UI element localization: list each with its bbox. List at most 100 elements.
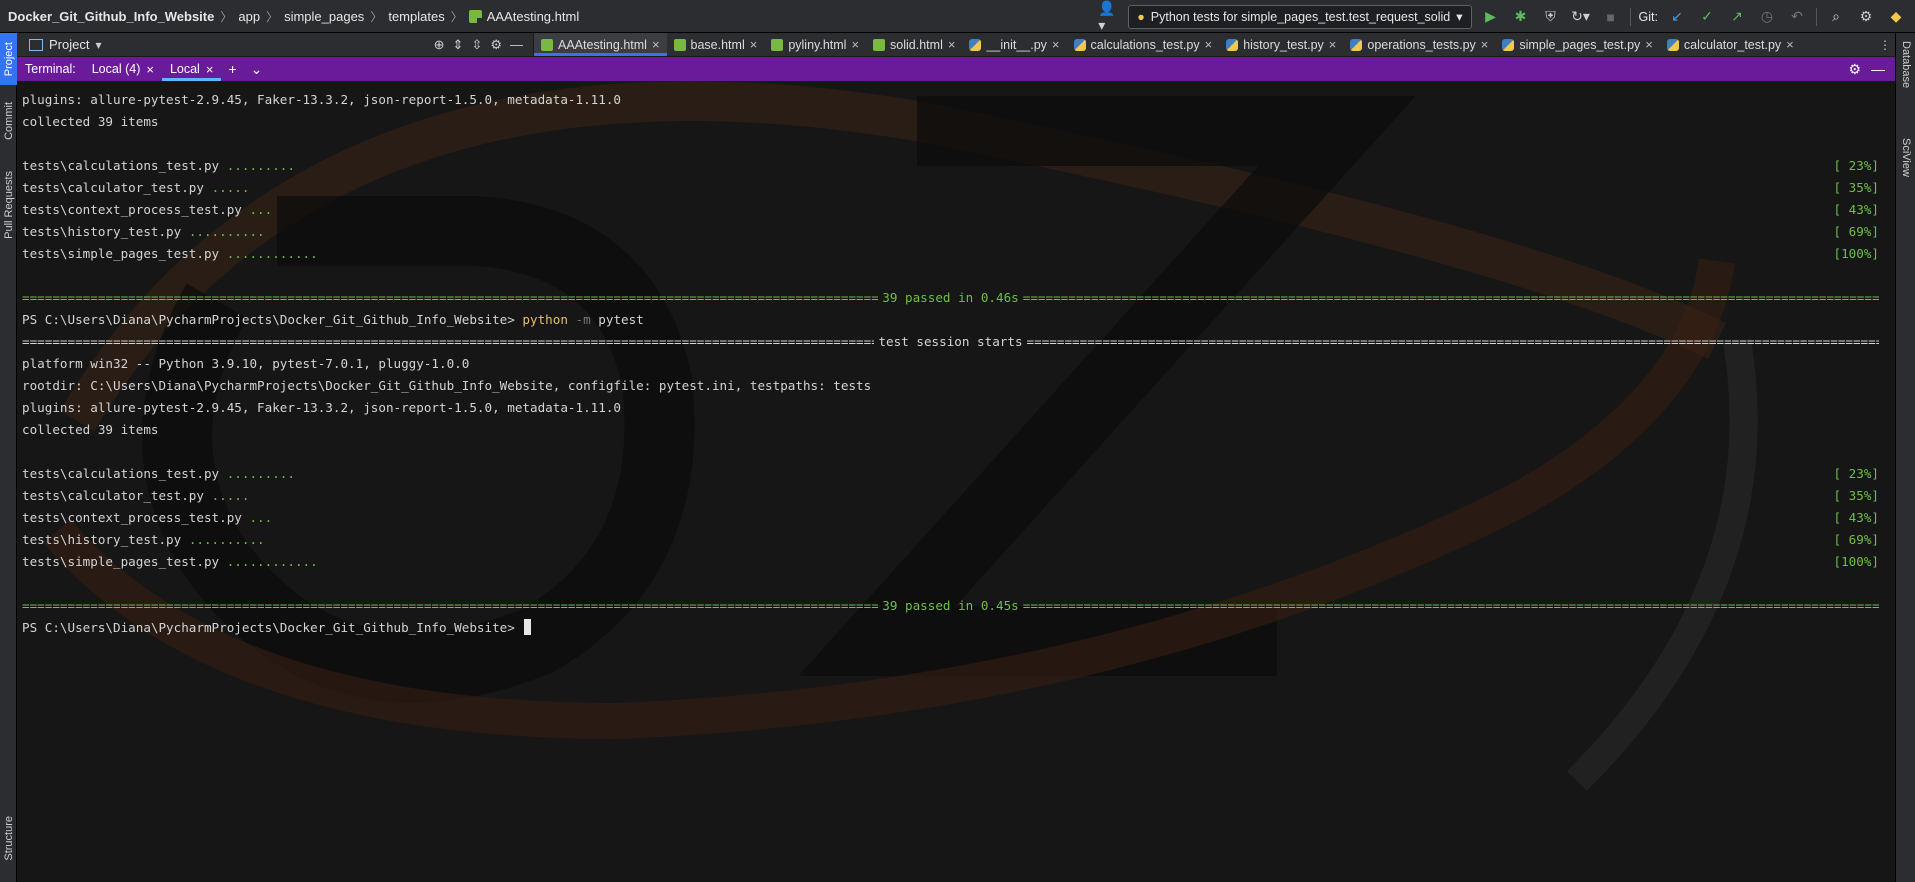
summary-text: 39 passed in 0.46s bbox=[882, 290, 1019, 305]
editor-tab[interactable]: AAAtesting.html × bbox=[534, 33, 667, 56]
close-icon[interactable]: × bbox=[1329, 37, 1337, 52]
tool-window-sciview[interactable]: SciView bbox=[1896, 138, 1915, 208]
editor-tab-label: pyliny.html bbox=[788, 37, 847, 52]
test-result-row: tests\calculations_test.py ......... [ 23… bbox=[22, 155, 1879, 177]
test-progress: [ 23%] bbox=[1833, 466, 1880, 481]
breadcrumb-project[interactable]: Docker_Git_Github_Info_Website bbox=[8, 9, 214, 24]
terminal-prompt-line[interactable]: PS C:\Users\Diana\PycharmProjects\Docker… bbox=[22, 617, 1879, 639]
test-file: tests\calculator_test.py bbox=[22, 488, 212, 503]
test-file: tests\context_process_test.py bbox=[22, 202, 250, 217]
tool-window-sciview-label: SciView bbox=[1900, 138, 1912, 177]
html-file-icon bbox=[673, 38, 686, 51]
close-icon[interactable]: × bbox=[146, 62, 154, 77]
chevron-down-icon[interactable]: ▾ bbox=[95, 38, 101, 52]
breadcrumb-file[interactable]: AAAtesting.html bbox=[487, 9, 580, 24]
chevron-down-icon[interactable]: ⌄ bbox=[244, 61, 270, 78]
terminal-output[interactable]: plugins: allure-pytest-2.9.45, Faker-13.… bbox=[17, 81, 1895, 882]
test-progress: [100%] bbox=[1833, 554, 1880, 569]
close-icon[interactable]: × bbox=[750, 37, 758, 52]
tool-window-commit-label: Commit bbox=[2, 102, 15, 140]
editor-tab-label: __init__.py bbox=[986, 37, 1047, 52]
terminal-tab-local-4[interactable]: Local (4) × bbox=[84, 57, 162, 81]
close-icon[interactable]: × bbox=[851, 37, 859, 52]
editor-tab[interactable]: operations_tests.py × bbox=[1343, 33, 1495, 56]
test-dots: .......... bbox=[188, 532, 265, 547]
test-result-row: tests\history_test.py .......... [ 69%] bbox=[22, 529, 1879, 551]
editor-tab[interactable]: calculations_test.py × bbox=[1067, 33, 1220, 56]
editor-tab[interactable]: pyliny.html × bbox=[764, 33, 866, 56]
command-flag: -m bbox=[575, 312, 591, 327]
more-tabs-icon[interactable]: ⋮ bbox=[1875, 33, 1895, 56]
command-python: python bbox=[522, 312, 568, 327]
editor-tab[interactable]: solid.html × bbox=[866, 33, 962, 56]
settings-gear-icon[interactable]: ⚙ bbox=[1848, 61, 1861, 78]
test-progress: [ 43%] bbox=[1833, 202, 1880, 217]
html-file-icon bbox=[771, 38, 784, 51]
close-icon[interactable]: × bbox=[206, 62, 214, 77]
terminal-tab-local[interactable]: Local × bbox=[161, 57, 222, 81]
close-icon[interactable]: × bbox=[1786, 37, 1794, 52]
close-icon[interactable]: × bbox=[1481, 37, 1489, 52]
profile-icon[interactable]: ↻▾ bbox=[1570, 6, 1592, 28]
tool-window-database-label: Database bbox=[1900, 41, 1912, 89]
divider bbox=[1629, 7, 1631, 26]
tool-window-commit[interactable]: Commit bbox=[0, 91, 17, 151]
editor-tab[interactable]: history_test.py × bbox=[1219, 33, 1343, 56]
editor-tab-label: calculator_test.py bbox=[1683, 37, 1782, 52]
settings-gear-icon[interactable]: ⚙ bbox=[1855, 6, 1877, 28]
run-icon[interactable]: ▶ bbox=[1480, 6, 1502, 28]
project-panel-header[interactable]: Project ▾ ⊕ ⇕ ⇳ ⚙ — bbox=[17, 33, 534, 56]
editor-tab[interactable]: calculator_test.py × bbox=[1660, 33, 1801, 56]
tool-window-database[interactable]: Database bbox=[1896, 41, 1915, 121]
tool-window-project[interactable]: Project bbox=[0, 33, 17, 85]
terminal-tab-label: Local bbox=[169, 62, 200, 76]
close-icon[interactable]: × bbox=[652, 37, 660, 52]
close-icon[interactable]: × bbox=[1052, 37, 1060, 52]
close-icon[interactable]: × bbox=[1205, 37, 1213, 52]
python-file-icon bbox=[1502, 38, 1515, 51]
editor-tab[interactable]: simple_pages_test.py × bbox=[1495, 33, 1660, 56]
tool-window-project-label: Project bbox=[2, 41, 15, 77]
chevron-right-icon: 〉 bbox=[266, 9, 279, 24]
debug-icon[interactable]: ✱ bbox=[1510, 6, 1532, 28]
search-icon[interactable]: ⌕ bbox=[1825, 6, 1847, 28]
locate-icon[interactable]: ⊕ bbox=[434, 37, 445, 53]
hide-panel-icon[interactable]: — bbox=[1871, 61, 1885, 78]
summary-separator: ========================================… bbox=[22, 595, 1879, 617]
new-terminal-button[interactable]: + bbox=[221, 61, 243, 77]
expand-all-icon[interactable]: ⇕ bbox=[453, 37, 464, 53]
test-dots: ..... bbox=[211, 488, 250, 503]
stop-icon[interactable]: ■ bbox=[1600, 6, 1622, 28]
hide-panel-icon[interactable]: — bbox=[510, 37, 523, 53]
close-icon[interactable]: × bbox=[948, 37, 956, 52]
summary-text: 39 passed in 0.45s bbox=[882, 598, 1019, 613]
editor-tab-label: calculations_test.py bbox=[1090, 37, 1200, 52]
html-file-icon bbox=[468, 9, 482, 23]
ide-logo-icon[interactable]: ◆ bbox=[1885, 6, 1907, 28]
breadcrumb-app[interactable]: app bbox=[238, 9, 260, 24]
test-progress: [ 43%] bbox=[1833, 510, 1880, 525]
coverage-icon[interactable]: ⛨ bbox=[1540, 6, 1562, 28]
git-commit-icon[interactable]: ✓ bbox=[1696, 6, 1718, 28]
user-icon[interactable]: 👤▾ bbox=[1098, 0, 1120, 33]
test-dots: ......... bbox=[226, 466, 295, 481]
collapse-all-icon[interactable]: ⇳ bbox=[471, 37, 482, 53]
test-result-row: tests\calculations_test.py ......... [ 23… bbox=[22, 463, 1879, 485]
history-icon[interactable]: ◷ bbox=[1756, 6, 1778, 28]
right-tool-strip: Database SciView bbox=[1895, 33, 1915, 882]
close-icon[interactable]: × bbox=[1645, 37, 1653, 52]
terminal-line: collected 39 items bbox=[22, 422, 159, 437]
git-update-icon[interactable]: ↙ bbox=[1666, 6, 1688, 28]
tool-window-pull-requests[interactable]: Pull Requests bbox=[0, 155, 17, 255]
breadcrumb-templates[interactable]: templates bbox=[388, 9, 444, 24]
breadcrumb-simple-pages[interactable]: simple_pages bbox=[284, 9, 364, 24]
editor-tab[interactable]: __init__.py × bbox=[962, 33, 1066, 56]
python-file-icon bbox=[1226, 38, 1239, 51]
chevron-right-icon: 〉 bbox=[370, 9, 383, 24]
rollback-icon[interactable]: ↶ bbox=[1786, 6, 1808, 28]
editor-tab[interactable]: base.html × bbox=[667, 33, 765, 56]
settings-gear-icon[interactable]: ⚙ bbox=[490, 37, 502, 53]
run-configuration-select[interactable]: ● Python tests for simple_pages_test.tes… bbox=[1128, 4, 1472, 29]
tool-window-structure[interactable]: Structure bbox=[0, 798, 17, 878]
git-push-icon[interactable]: ↗ bbox=[1726, 6, 1748, 28]
